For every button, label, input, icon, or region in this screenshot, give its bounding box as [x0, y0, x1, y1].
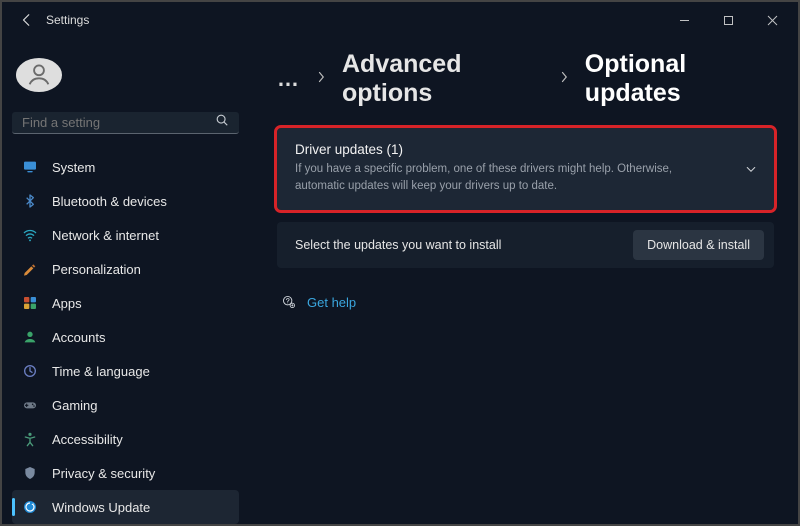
search-icon [215, 113, 229, 132]
breadcrumb-more[interactable]: … [277, 66, 300, 92]
get-help-link[interactable]: Get help [307, 295, 356, 310]
sidebar-item-personalization[interactable]: Personalization [12, 252, 239, 286]
sidebar-item-accounts[interactable]: Accounts [12, 320, 239, 354]
help-row: Get help [281, 294, 774, 310]
sidebar-item-gaming[interactable]: Gaming [12, 388, 239, 422]
sidebar-item-label: System [52, 160, 95, 175]
window-controls [662, 2, 794, 38]
sidebar-item-label: Bluetooth & devices [52, 194, 167, 209]
network-internet-icon [22, 227, 38, 243]
sidebar-item-network-internet[interactable]: Network & internet [12, 218, 239, 252]
sidebar-item-system[interactable]: System [12, 150, 239, 184]
accessibility-icon [22, 431, 38, 447]
sidebar-item-label: Accounts [52, 330, 105, 345]
windows-update-icon [22, 499, 38, 515]
main-content: … Advanced options Optional updates Driv… [249, 44, 798, 524]
app-title: Settings [46, 13, 89, 27]
sidebar-item-apps[interactable]: Apps [12, 286, 239, 320]
maximize-button[interactable] [706, 2, 750, 38]
privacy-security-icon [22, 465, 38, 481]
gaming-icon [22, 397, 38, 413]
sidebar-item-label: Privacy & security [52, 466, 155, 481]
chevron-down-icon[interactable] [744, 162, 758, 176]
driver-updates-panel[interactable]: Driver updates (1) If you have a specifi… [277, 128, 774, 210]
avatar[interactable] [16, 58, 62, 92]
breadcrumb-advanced-options[interactable]: Advanced options [342, 50, 543, 108]
select-updates-text: Select the updates you want to install [295, 238, 501, 252]
breadcrumb: … Advanced options Optional updates [277, 50, 774, 108]
help-icon [281, 294, 297, 310]
download-install-button[interactable]: Download & install [633, 230, 764, 260]
panel-title: Driver updates (1) [295, 142, 756, 157]
bluetooth-devices-icon [22, 193, 38, 209]
sidebar-item-accessibility[interactable]: Accessibility [12, 422, 239, 456]
sidebar-item-time-language[interactable]: Time & language [12, 354, 239, 388]
sidebar-item-label: Personalization [52, 262, 141, 277]
minimize-button[interactable] [662, 2, 706, 38]
sidebar-item-label: Time & language [52, 364, 150, 379]
apps-icon [22, 295, 38, 311]
sidebar-item-label: Network & internet [52, 228, 159, 243]
accounts-icon [22, 329, 38, 345]
close-button[interactable] [750, 2, 794, 38]
search-box[interactable] [12, 112, 239, 134]
panel-description: If you have a specific problem, one of t… [295, 161, 756, 194]
select-updates-bar: Select the updates you want to install D… [277, 222, 774, 268]
back-button[interactable] [20, 13, 34, 27]
time-language-icon [22, 363, 38, 379]
sidebar-item-label: Gaming [52, 398, 98, 413]
sidebar-item-label: Apps [52, 296, 82, 311]
sidebar-item-privacy-security[interactable]: Privacy & security [12, 456, 239, 490]
sidebar-item-label: Accessibility [52, 432, 123, 447]
title-bar: Settings [2, 2, 798, 38]
search-input[interactable] [22, 115, 215, 130]
personalization-icon [22, 261, 38, 277]
system-icon [22, 159, 38, 175]
chevron-right-icon [316, 70, 326, 88]
nav-list: System Bluetooth & devices Network & inter… [12, 150, 239, 524]
breadcrumb-current: Optional updates [585, 50, 774, 108]
sidebar-item-windows-update[interactable]: Windows Update [12, 490, 239, 524]
sidebar: System Bluetooth & devices Network & inter… [2, 44, 249, 524]
chevron-right-icon [559, 70, 569, 88]
sidebar-item-bluetooth-devices[interactable]: Bluetooth & devices [12, 184, 239, 218]
sidebar-item-label: Windows Update [52, 500, 150, 515]
